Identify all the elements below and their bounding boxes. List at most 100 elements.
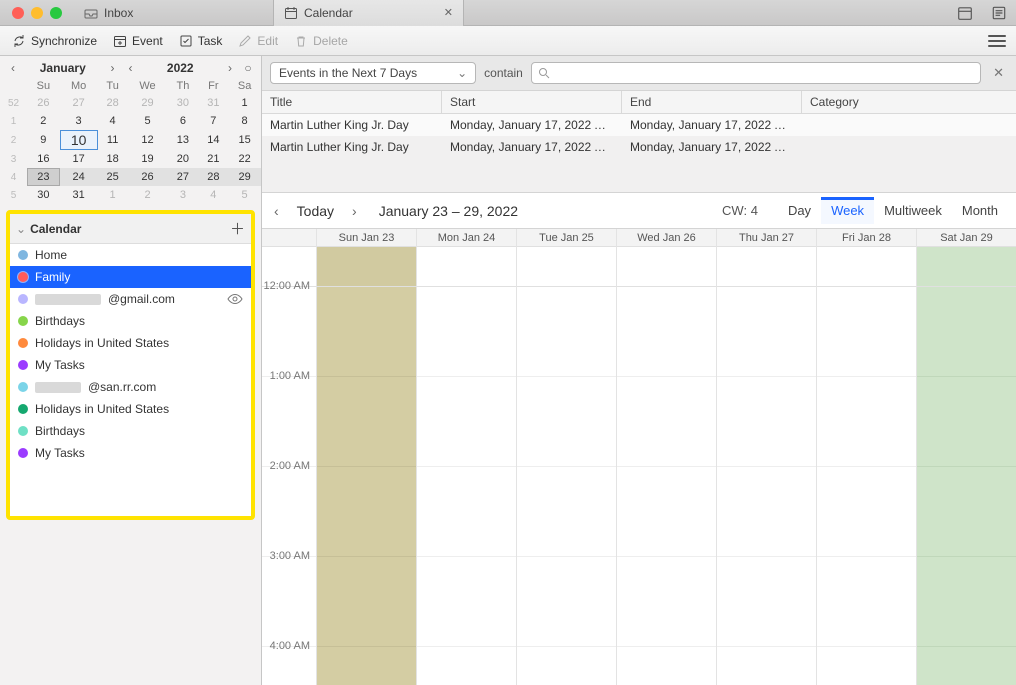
week-number[interactable]: 4 [0, 168, 27, 186]
view-tab-month[interactable]: Month [952, 197, 1008, 224]
mini-day[interactable]: 15 [228, 130, 261, 150]
mini-day[interactable]: 16 [27, 150, 60, 168]
zoom-window-button[interactable] [50, 7, 62, 19]
week-number[interactable]: 3 [0, 150, 27, 168]
mini-calendar[interactable]: SuMoTuWeThFrSa52262728293031112345678291… [0, 78, 261, 204]
mini-day[interactable]: 7 [199, 112, 229, 130]
titlebar-tasks-icon[interactable] [990, 4, 1008, 22]
mini-day[interactable]: 9 [27, 130, 60, 150]
day-header[interactable]: Sun Jan 23 [317, 229, 416, 247]
hour-cell[interactable] [717, 647, 816, 685]
close-window-button[interactable] [12, 7, 24, 19]
day-column[interactable]: Wed Jan 26 [617, 229, 717, 685]
calendar-list-item[interactable]: Holidays in United States [10, 332, 251, 354]
mini-day[interactable]: 30 [27, 186, 60, 204]
hour-cell[interactable] [417, 557, 516, 647]
allday-cell[interactable] [717, 247, 816, 287]
hour-cell[interactable] [517, 557, 616, 647]
mini-day[interactable]: 24 [60, 168, 98, 186]
mini-day[interactable]: 31 [60, 186, 98, 204]
mini-day[interactable]: 21 [199, 150, 229, 168]
mini-day[interactable]: 28 [199, 168, 229, 186]
mini-day[interactable]: 26 [27, 94, 60, 112]
mini-day[interactable]: 13 [167, 130, 198, 150]
calendar-list-item[interactable]: @san.rr.com [10, 376, 251, 398]
hour-cell[interactable] [617, 467, 716, 557]
mini-day[interactable]: 5 [228, 186, 261, 204]
mini-day[interactable]: 2 [128, 186, 168, 204]
mini-next-year-button[interactable]: › [221, 61, 239, 75]
day-column[interactable]: Fri Jan 28 [817, 229, 917, 685]
new-event-button[interactable]: Event [107, 31, 169, 51]
day-header[interactable]: Sat Jan 29 [917, 229, 1016, 247]
allday-cell[interactable] [317, 247, 416, 287]
allday-cell[interactable] [817, 247, 916, 287]
hour-cell[interactable] [317, 467, 416, 557]
mini-day[interactable]: 1 [228, 94, 261, 112]
hour-cell[interactable] [617, 647, 716, 685]
prev-period-button[interactable]: ‹ [270, 203, 283, 219]
calendar-list-item[interactable]: My Tasks [10, 442, 251, 464]
calendar-list-item[interactable]: Home [10, 244, 251, 266]
minimize-window-button[interactable] [31, 7, 43, 19]
hour-cell[interactable] [317, 557, 416, 647]
week-grid[interactable]: 12:00 AM1:00 AM2:00 AM3:00 AM4:00 AM Sun… [262, 229, 1016, 685]
day-column[interactable]: Mon Jan 24 [417, 229, 517, 685]
mini-day[interactable]: 8 [228, 112, 261, 130]
mini-day[interactable]: 4 [98, 112, 128, 130]
hour-cell[interactable] [317, 647, 416, 685]
hour-cell[interactable] [917, 377, 1016, 467]
day-header[interactable]: Wed Jan 26 [617, 229, 716, 247]
allday-cell[interactable] [517, 247, 616, 287]
mini-prev-month-button[interactable]: ‹ [4, 61, 22, 75]
calendar-list-item[interactable]: Holidays in United States [10, 398, 251, 420]
event-row[interactable]: Martin Luther King Jr. DayMonday, Januar… [262, 136, 1016, 158]
calendar-list-item[interactable]: @gmail.com [10, 288, 251, 310]
calendar-list-item[interactable]: Family [10, 266, 251, 288]
mini-day[interactable]: 2 [27, 112, 60, 130]
mini-day[interactable]: 5 [128, 112, 168, 130]
close-filter-button[interactable]: ✕ [989, 65, 1008, 81]
synchronize-button[interactable]: Synchronize [6, 31, 103, 51]
event-row[interactable]: Martin Luther King Jr. DayMonday, Januar… [262, 114, 1016, 136]
mini-day[interactable]: 31 [199, 94, 229, 112]
mini-day[interactable]: 20 [167, 150, 198, 168]
mini-day[interactable]: 3 [60, 112, 98, 130]
mini-day[interactable]: 27 [167, 168, 198, 186]
edit-button[interactable]: Edit [232, 31, 284, 51]
events-filter-combo[interactable]: Events in the Next 7 Days ⌄ [270, 62, 476, 84]
mini-day[interactable]: 3 [167, 186, 198, 204]
mini-day[interactable]: 27 [60, 94, 98, 112]
mini-day[interactable]: 22 [228, 150, 261, 168]
hour-cell[interactable] [317, 287, 416, 377]
view-tab-multiweek[interactable]: Multiweek [874, 197, 952, 224]
week-number[interactable]: 5 [0, 186, 27, 204]
allday-cell[interactable] [917, 247, 1016, 287]
hour-cell[interactable] [917, 287, 1016, 377]
hour-cell[interactable] [917, 647, 1016, 685]
mini-day[interactable]: 30 [167, 94, 198, 112]
hour-cell[interactable] [817, 467, 916, 557]
hour-cell[interactable] [817, 557, 916, 647]
hour-cell[interactable] [617, 557, 716, 647]
day-header[interactable]: Mon Jan 24 [417, 229, 516, 247]
hour-cell[interactable] [517, 287, 616, 377]
col-title-header[interactable]: Title [262, 91, 442, 113]
hour-cell[interactable] [317, 377, 416, 467]
today-button[interactable]: Today [293, 203, 338, 219]
hour-cell[interactable] [617, 377, 716, 467]
hour-cell[interactable] [717, 377, 816, 467]
mini-day[interactable]: 26 [128, 168, 168, 186]
hour-cell[interactable] [817, 647, 916, 685]
search-field[interactable] [531, 62, 981, 84]
hour-cell[interactable] [417, 467, 516, 557]
week-number[interactable]: 2 [0, 130, 27, 150]
mini-day[interactable]: 12 [128, 130, 168, 150]
hour-cell[interactable] [917, 467, 1016, 557]
hour-cell[interactable] [517, 647, 616, 685]
day-column[interactable]: Thu Jan 27 [717, 229, 817, 685]
col-category-header[interactable]: Category [802, 91, 1016, 113]
calendar-list-item[interactable]: Birthdays [10, 310, 251, 332]
hour-cell[interactable] [417, 647, 516, 685]
hour-cell[interactable] [717, 557, 816, 647]
